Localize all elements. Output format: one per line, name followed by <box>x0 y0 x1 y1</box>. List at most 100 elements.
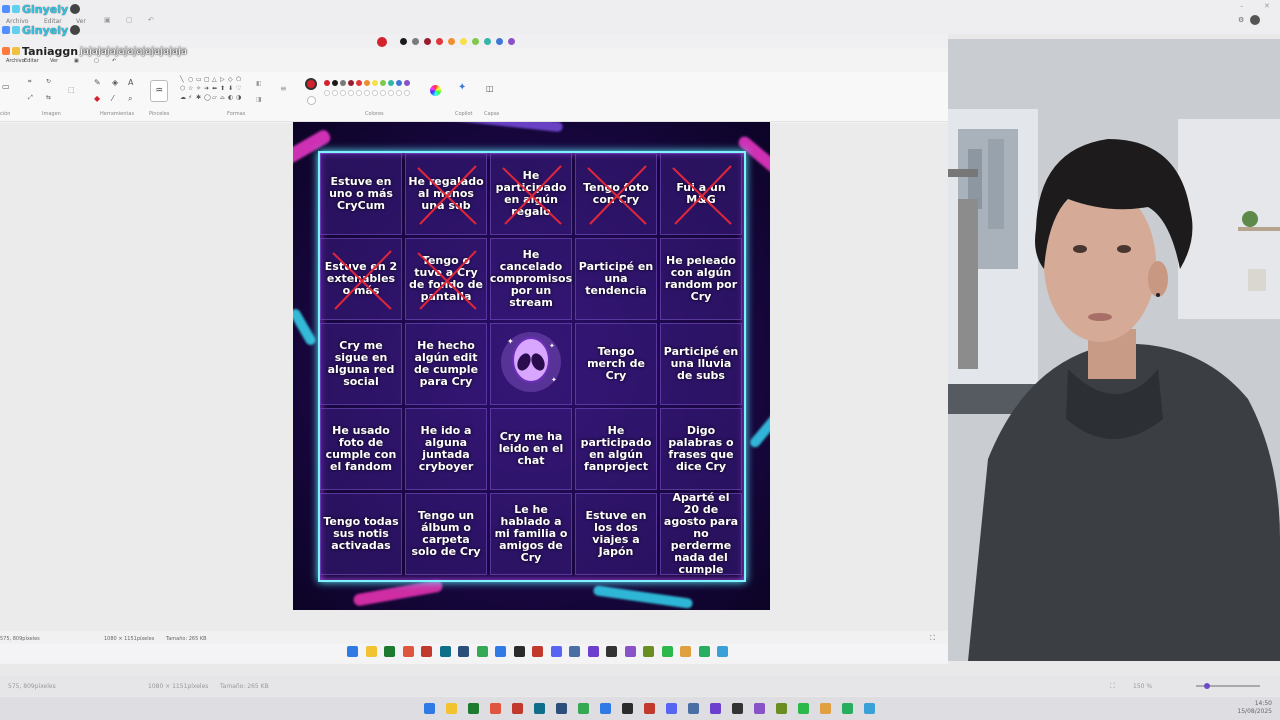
outer-palette-swatch[interactable] <box>508 38 515 45</box>
shape-option-icon[interactable]: ╲ <box>180 76 184 83</box>
taskbar-app-icon[interactable] <box>776 703 787 714</box>
shape-option-icon[interactable]: ⬡ <box>180 85 185 92</box>
resize-icon[interactable]: ⤢ <box>28 94 33 102</box>
open-icon[interactable]: ▢ <box>126 16 133 24</box>
shape-option-icon[interactable]: ⌓ <box>220 94 225 102</box>
palette-swatch-empty[interactable] <box>404 90 410 96</box>
taskbar-app-icon[interactable] <box>606 646 617 657</box>
palette-swatch[interactable] <box>356 80 362 86</box>
taskbar-app-icon[interactable] <box>842 703 853 714</box>
taskbar-app-icon[interactable] <box>643 646 654 657</box>
taskbar-app-icon[interactable] <box>347 646 358 657</box>
palette-swatch[interactable] <box>340 80 346 86</box>
taskbar-app-icon[interactable] <box>534 703 545 714</box>
palette-swatch[interactable] <box>324 80 330 86</box>
shape-option-icon[interactable]: ◯ <box>204 94 211 101</box>
flip-icon[interactable]: ⇆ <box>46 94 51 101</box>
taskbar-app-icon[interactable] <box>468 703 479 714</box>
settings-icon[interactable]: ⚙ <box>1238 16 1246 24</box>
close-icon[interactable]: ✕ <box>1264 2 1270 10</box>
palette-swatch[interactable] <box>364 80 370 86</box>
outer-palette-swatch[interactable] <box>496 38 503 45</box>
taskbar-app-icon[interactable] <box>578 703 589 714</box>
taskbar-app-icon[interactable] <box>512 703 523 714</box>
taskbar-app-icon[interactable] <box>458 646 469 657</box>
taskbar-app-icon[interactable] <box>384 646 395 657</box>
taskbar-app-icon[interactable] <box>587 646 599 657</box>
outer-palette-swatch[interactable] <box>377 37 387 47</box>
shape-option-icon[interactable]: ⚡ <box>188 94 192 101</box>
taskbar-app-icon[interactable] <box>680 646 691 657</box>
taskbar-app-icon[interactable] <box>490 703 501 714</box>
taskbar-app-icon[interactable] <box>513 646 525 657</box>
shape-option-icon[interactable]: ⬅ <box>212 85 217 92</box>
inner-undo-icon[interactable]: ↶ <box>112 58 116 64</box>
color-picker-icon[interactable]: ⁄ <box>112 94 113 103</box>
minimize-icon[interactable]: – <box>1240 2 1244 10</box>
taskbar-app-icon[interactable] <box>622 703 633 714</box>
primary-color[interactable] <box>305 78 317 90</box>
shape-option-icon[interactable]: ⬠ <box>236 76 241 83</box>
shape-option-icon[interactable]: ☁ <box>180 94 186 101</box>
copilot-icon[interactable]: ✦ <box>458 82 466 93</box>
taskbar-app-icon[interactable] <box>550 646 562 657</box>
brush-icon[interactable]: ♒ <box>150 80 168 102</box>
palette-swatch-empty[interactable] <box>348 90 354 96</box>
outer-palette-swatch[interactable] <box>460 38 467 45</box>
taskbar-app-icon[interactable] <box>698 646 710 657</box>
taskbar-app-icon[interactable] <box>532 646 543 657</box>
palette-swatch-empty[interactable] <box>396 90 402 96</box>
outer-palette-swatch[interactable] <box>448 38 455 45</box>
edit-colors-icon[interactable] <box>430 85 441 96</box>
undo-icon[interactable]: ↶ <box>148 16 154 24</box>
shape-option-icon[interactable]: ➜ <box>204 85 209 92</box>
palette-swatch-empty[interactable] <box>380 90 386 96</box>
line-width-icon[interactable]: ≡ <box>280 84 287 93</box>
inner-save-icon[interactable]: ▣ <box>74 58 79 64</box>
zoom-slider-thumb[interactable] <box>1204 683 1210 689</box>
inner-menu-file[interactable]: Archivo <box>6 58 25 64</box>
shape-option-icon[interactable]: ☆ <box>188 85 193 92</box>
palette-swatch[interactable] <box>348 80 354 86</box>
taskbar-app-icon[interactable] <box>688 703 699 714</box>
image-select-icon[interactable]: ⬚ <box>68 86 75 94</box>
taskbar-app-icon[interactable] <box>476 646 488 657</box>
taskbar-app-icon[interactable] <box>820 703 831 714</box>
outer-palette-swatch[interactable] <box>412 38 419 45</box>
taskbar-app-icon[interactable] <box>732 703 743 714</box>
shape-option-icon[interactable]: ▱ <box>212 94 217 101</box>
taskbar-app-icon[interactable] <box>754 703 765 714</box>
palette-swatch[interactable] <box>380 80 386 86</box>
outer-palette-swatch[interactable] <box>424 38 431 45</box>
taskbar-app-icon[interactable] <box>569 646 580 657</box>
fill-shape-icon[interactable]: ◨ <box>256 96 262 103</box>
taskbar-app-icon[interactable] <box>556 703 567 714</box>
crop-icon[interactable]: ⌗ <box>28 78 31 86</box>
text-icon[interactable]: A <box>128 78 133 87</box>
palette-swatch[interactable] <box>388 80 394 86</box>
palette-swatch[interactable] <box>404 80 410 86</box>
taskbar-app-icon[interactable] <box>717 646 728 657</box>
taskbar-app-icon[interactable] <box>798 703 809 714</box>
select-icon[interactable]: ▭ <box>2 82 10 91</box>
shape-option-icon[interactable]: ♡ <box>236 85 241 92</box>
save-icon[interactable]: ▣ <box>104 16 111 24</box>
outer-fit-icon[interactable]: ⛶ <box>1110 682 1115 691</box>
shape-option-icon[interactable]: ▢ <box>204 76 210 83</box>
rotate-icon[interactable]: ↻ <box>46 78 51 85</box>
palette-swatch[interactable] <box>396 80 402 86</box>
shape-option-icon[interactable]: ◇ <box>228 76 233 83</box>
shape-option-icon[interactable]: ✧ <box>196 85 201 92</box>
secondary-color[interactable] <box>307 96 316 105</box>
eraser-icon[interactable]: ◆ <box>94 94 100 103</box>
taskbar-app-icon[interactable] <box>600 703 611 714</box>
palette-swatch-empty[interactable] <box>364 90 370 96</box>
pencil-icon[interactable]: ✎ <box>94 78 101 87</box>
outline-icon[interactable]: ◧ <box>256 80 262 87</box>
layers-icon[interactable]: ◫ <box>486 84 494 93</box>
fill-icon[interactable]: ◈ <box>112 78 118 87</box>
shape-option-icon[interactable]: ▷ <box>220 76 225 83</box>
outer-palette-swatch[interactable] <box>484 38 491 45</box>
taskbar-app-icon[interactable] <box>495 646 506 657</box>
shape-option-icon[interactable]: ⬆ <box>220 85 225 92</box>
